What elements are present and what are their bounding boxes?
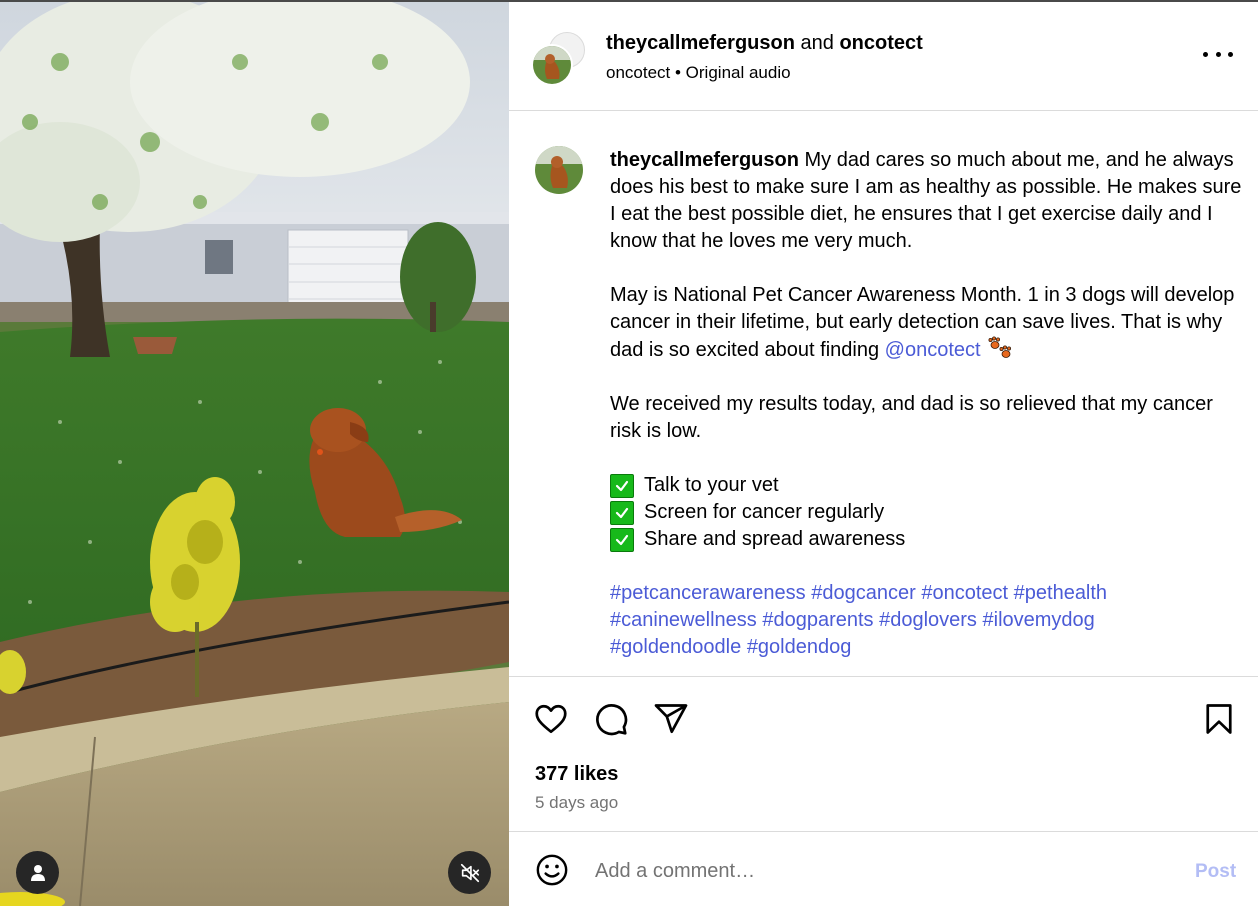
hashtag-link[interactable]: #goldendog	[747, 636, 852, 658]
caption-author-avatar[interactable]	[535, 146, 583, 194]
check-mark-icon	[610, 528, 634, 552]
post-actions: 377 likes 5 days ago	[509, 676, 1258, 832]
smiley-icon[interactable]	[535, 853, 569, 887]
original-audio-link[interactable]: Original audio	[686, 63, 791, 82]
caption-paragraph-results: We received my results today, and dad is…	[610, 393, 1213, 442]
likes-count[interactable]: 377 likes	[535, 763, 618, 786]
post-authors: theycallmeferguson and oncotect	[606, 31, 923, 55]
collaborator-username-link[interactable]: oncotect	[839, 32, 922, 54]
caption-checklist: Talk to your vet Screen for cancer regul…	[610, 472, 1246, 553]
hashtag-link[interactable]: #petcancerawareness	[610, 582, 806, 604]
more-horizontal-icon	[1203, 51, 1208, 57]
post-media-video[interactable]	[0, 2, 509, 906]
caption-text: theycallmeferguson My dad cares so much …	[610, 147, 1246, 676]
checklist-item-text: Share and spread awareness	[644, 528, 906, 550]
checklist-item: Talk to your vet	[610, 474, 779, 498]
hashtag-link[interactable]: #doglovers	[879, 609, 977, 631]
audio-info: oncotect • Original audio	[606, 63, 791, 83]
post-header: theycallmeferguson and oncotect oncotect…	[509, 2, 1258, 111]
audio-owner-link[interactable]: oncotect	[606, 63, 670, 82]
post-photo	[0, 2, 509, 906]
author-username-link[interactable]: theycallmeferguson	[606, 32, 795, 54]
checklist-item-text: Screen for cancer regularly	[644, 501, 885, 523]
checklist-item-text: Talk to your vet	[644, 474, 779, 496]
hashtag-link[interactable]: #dogcancer	[811, 582, 916, 604]
more-options-button[interactable]	[1203, 42, 1233, 66]
hashtag-link[interactable]: #goldendoodle	[610, 636, 741, 658]
caption-paragraph-intro: theycallmeferguson My dad cares so much …	[610, 147, 1246, 255]
checklist-item: Share and spread awareness	[610, 528, 906, 552]
comment-icon[interactable]	[593, 701, 629, 737]
comment-input[interactable]	[593, 856, 1157, 886]
hashtag-link[interactable]: #oncotect	[921, 582, 1008, 604]
paw-prints-emoji-icon	[988, 336, 1011, 358]
person-icon	[30, 864, 45, 881]
collab-avatars[interactable]	[531, 32, 585, 86]
checklist-item: Screen for cancer regularly	[610, 501, 885, 525]
send-icon[interactable]	[653, 701, 689, 737]
caption-hashtags: #petcancerawareness #dogcancer #oncotect…	[610, 580, 1246, 661]
author-avatar-image	[533, 46, 571, 84]
hashtag-link[interactable]: #pethealth	[1014, 582, 1107, 604]
authors-conjunction: and	[794, 32, 840, 54]
bookmark-icon[interactable]	[1201, 701, 1237, 737]
post-timestamp[interactable]: 5 days ago	[535, 793, 618, 813]
audio-separator: •	[670, 63, 686, 82]
post-comment-button[interactable]: Post	[1195, 861, 1236, 883]
caption-avatar-image	[535, 146, 583, 194]
check-mark-icon	[610, 501, 634, 525]
hashtag-link[interactable]: #caninewellness	[610, 609, 757, 631]
caption-username-link[interactable]: theycallmeferguson	[610, 149, 799, 171]
check-mark-icon	[610, 474, 634, 498]
mute-toggle-button[interactable]	[448, 851, 491, 894]
heart-icon[interactable]	[533, 701, 569, 737]
author-avatar[interactable]	[531, 44, 573, 86]
mention-link[interactable]: @oncotect	[885, 339, 981, 361]
tagged-people-button[interactable]	[16, 851, 59, 894]
comment-composer: Post	[509, 831, 1258, 907]
hashtag-link[interactable]: #ilovemydog	[983, 609, 1095, 631]
caption-section: theycallmeferguson My dad cares so much …	[509, 111, 1258, 676]
caption-paragraph-awareness: May is National Pet Cancer Awareness Mon…	[610, 282, 1246, 364]
speaker-muted-icon	[460, 863, 479, 882]
hashtag-link[interactable]: #dogparents	[762, 609, 873, 631]
post-details-panel: theycallmeferguson and oncotect oncotect…	[509, 2, 1258, 906]
